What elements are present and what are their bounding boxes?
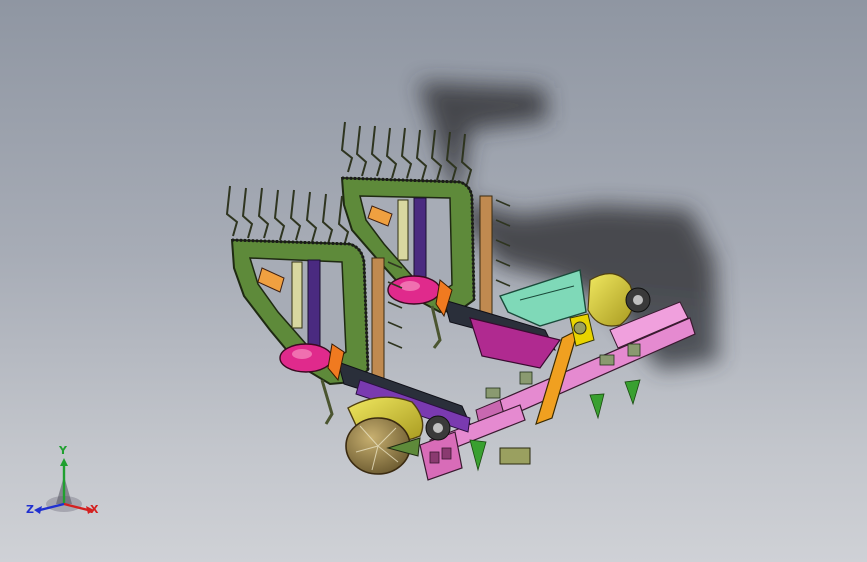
y-axis-label: Y bbox=[59, 444, 67, 457]
axis-triad: Y X Z bbox=[22, 444, 106, 524]
x-axis-label: X bbox=[90, 503, 99, 516]
z-axis-label: Z bbox=[26, 503, 34, 516]
planter-model[interactable] bbox=[0, 0, 867, 562]
cad-viewport[interactable]: Y X Z bbox=[0, 0, 867, 562]
picker-fingers-front bbox=[225, 185, 350, 247]
